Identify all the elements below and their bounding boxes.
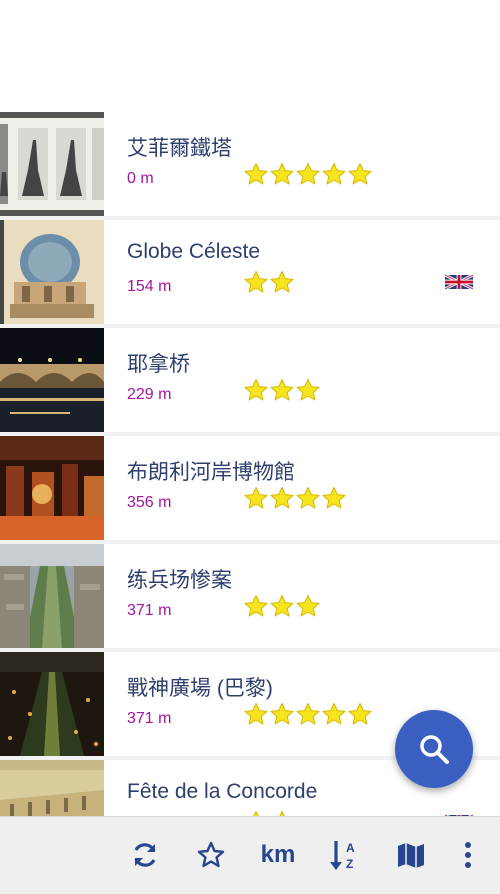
- rating-stars: [243, 162, 373, 186]
- sort-button[interactable]: A Z: [328, 835, 362, 875]
- refresh-button[interactable]: [128, 835, 162, 875]
- place-distance: 229 m: [127, 386, 172, 403]
- place-name: 戰神廣場 (巴黎): [127, 677, 273, 700]
- star-icon: [244, 595, 268, 617]
- rating-stars: [243, 486, 347, 510]
- place-name: 艾菲爾鐵塔: [127, 137, 232, 160]
- star-icon: [270, 595, 294, 617]
- star-icon: [322, 163, 346, 185]
- place-thumbnail: [0, 436, 104, 540]
- more-options-button[interactable]: [456, 835, 480, 875]
- star-icon: [270, 163, 294, 185]
- list-item[interactable]: 耶拿桥 229 m: [0, 328, 500, 432]
- place-thumbnail: [0, 328, 104, 432]
- search-fab-button[interactable]: [395, 710, 473, 788]
- rating-stars: [243, 378, 321, 402]
- star-icon: [322, 487, 346, 509]
- star-icon: [296, 379, 320, 401]
- uk-flag-icon: [445, 274, 473, 290]
- place-distance: 0 m: [127, 170, 154, 187]
- star-icon: [244, 271, 268, 293]
- list-item[interactable]: 练兵场惨案 371 m: [0, 544, 500, 648]
- star-icon: [244, 487, 268, 509]
- list-item[interactable]: 艾菲爾鐵塔 0 m: [0, 112, 500, 216]
- search-icon: [420, 735, 449, 764]
- place-thumbnail: [0, 112, 104, 216]
- star-outline-icon: [197, 841, 225, 868]
- star-icon: [296, 487, 320, 509]
- star-icon: [296, 703, 320, 725]
- place-thumbnail: [0, 652, 104, 756]
- place-name: Globe Céleste: [127, 240, 261, 263]
- star-icon: [296, 163, 320, 185]
- place-thumbnail: [0, 760, 104, 816]
- star-icon: [270, 271, 294, 293]
- place-name: Fête de la Concorde: [127, 780, 318, 803]
- star-icon: [244, 703, 268, 725]
- rating-stars: [243, 594, 321, 618]
- star-icon: [322, 703, 346, 725]
- svg-text:A: A: [346, 841, 355, 855]
- refresh-icon: [134, 843, 156, 867]
- map-button[interactable]: [394, 835, 428, 875]
- favorites-button[interactable]: [194, 835, 228, 875]
- star-icon: [348, 163, 372, 185]
- map-icon: [398, 843, 424, 868]
- top-blank-area: [0, 0, 500, 112]
- star-icon: [270, 379, 294, 401]
- place-thumbnail: [0, 220, 104, 324]
- list-item[interactable]: Globe Céleste 154 m: [0, 220, 500, 324]
- place-name: 布朗利河岸博物館: [127, 461, 295, 484]
- more-vert-icon: [465, 842, 471, 868]
- star-icon: [296, 595, 320, 617]
- place-distance: 371 m: [127, 710, 172, 727]
- star-icon: [244, 379, 268, 401]
- bottom-toolbar: km A Z: [0, 816, 500, 894]
- sort-az-icon: A Z: [330, 841, 355, 871]
- svg-text:Z: Z: [346, 857, 353, 871]
- units-label: km: [260, 841, 296, 868]
- star-icon: [244, 163, 268, 185]
- star-icon: [348, 703, 372, 725]
- star-icon: [270, 487, 294, 509]
- place-name: 耶拿桥: [127, 353, 190, 376]
- place-thumbnail: [0, 544, 104, 648]
- units-button[interactable]: km: [252, 835, 304, 875]
- rating-stars: [243, 702, 373, 726]
- place-distance: 154 m: [127, 278, 172, 295]
- star-icon: [270, 703, 294, 725]
- list-item[interactable]: 布朗利河岸博物館 356 m: [0, 436, 500, 540]
- rating-stars: [243, 270, 295, 294]
- place-distance: 371 m: [127, 602, 172, 619]
- place-distance: 356 m: [127, 494, 172, 511]
- place-name: 练兵场惨案: [127, 569, 232, 592]
